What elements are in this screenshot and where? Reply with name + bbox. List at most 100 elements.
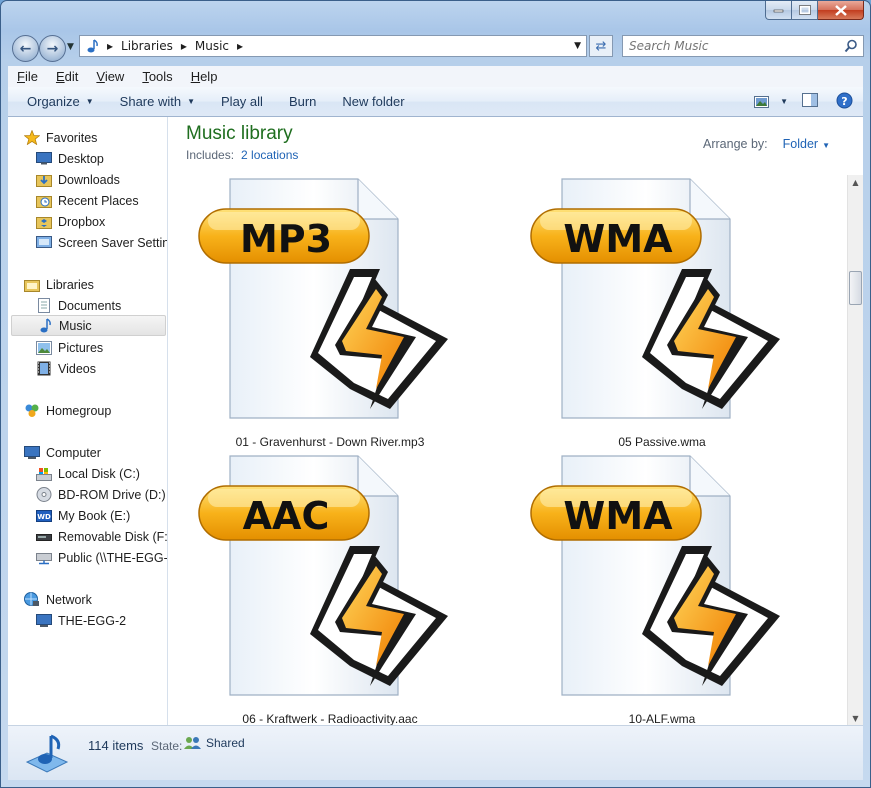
sidebar-libraries[interactable]: Libraries (24, 274, 167, 295)
vertical-scrollbar[interactable]: ▲ ▼ (847, 175, 863, 726)
includes-label: Includes: (186, 148, 235, 162)
file-name: 05 Passive.wma (618, 435, 706, 449)
downloads-folder-icon (36, 173, 52, 187)
sidebar-item-label: Recent Places (58, 193, 139, 208)
file-item[interactable]: WMA 05 Passive.wma (522, 177, 802, 449)
scroll-thumb[interactable] (849, 271, 862, 305)
shared-users-icon (184, 737, 201, 749)
sidebar-item-music[interactable]: Music (11, 315, 166, 336)
chevron-down-icon: ▼ (822, 141, 830, 150)
recent-pages-dropdown[interactable]: ▼ (67, 42, 74, 52)
sidebar-item-removable-disk[interactable]: Removable Disk (F:) (36, 526, 167, 547)
sidebar-homegroup[interactable]: Homegroup (24, 400, 167, 421)
change-view-button[interactable]: ▼ (754, 95, 788, 109)
preview-pane-button[interactable] (802, 93, 818, 110)
sidebar-item-label: Pictures (58, 340, 104, 355)
organize-button[interactable]: Organize ▼ (27, 94, 94, 109)
chevron-down-icon: ▼ (187, 97, 196, 106)
state-label: State: (151, 739, 183, 753)
includes-locations-link[interactable]: 2 locations (241, 148, 298, 162)
sidebar-item-label: Screen Saver Settings (58, 235, 167, 250)
forward-button[interactable]: → (39, 35, 66, 62)
homegroup-icon (24, 404, 40, 418)
refresh-icon: ⇄ (595, 38, 607, 54)
close-icon (834, 4, 847, 16)
new-folder-button[interactable]: New folder (342, 94, 404, 109)
file-name: 10-ALF.wma (628, 712, 696, 726)
burn-button[interactable]: Burn (289, 94, 316, 109)
refresh-button[interactable]: ⇄ (589, 35, 613, 57)
file-item[interactable]: AAC 06 - Kraftwerk - Radioactivity.aac (190, 454, 470, 726)
file-item[interactable]: WMA 10-ALF.wma (522, 454, 802, 726)
breadcrumb-music[interactable]: Music (195, 39, 229, 53)
documents-icon (36, 298, 52, 313)
file-name: 06 - Kraftwerk - Radioactivity.aac (242, 712, 418, 726)
item-count: 114 items (88, 738, 144, 753)
dropbox-folder-icon (36, 215, 52, 229)
sidebar-favorites[interactable]: Favorites (24, 127, 167, 148)
menu-view[interactable]: View (96, 69, 124, 84)
state-value: Shared (184, 736, 245, 750)
back-button[interactable]: ← (12, 35, 39, 62)
preview-pane-icon (802, 93, 818, 107)
sidebar-computer[interactable]: Computer (24, 442, 167, 463)
sidebar-item-bd-rom-drive[interactable]: BD-ROM Drive (D:) Audio CD (36, 484, 167, 505)
sidebar-item-videos[interactable]: Videos (36, 358, 167, 379)
sidebar-item-label: Documents (58, 298, 122, 313)
sidebar-item-my-book[interactable]: WD My Book (E:) (36, 505, 167, 526)
screen-saver-icon (36, 235, 52, 250)
computer-icon (24, 445, 40, 460)
sidebar-item-the-egg-2[interactable]: THE-EGG-2 (36, 610, 167, 631)
menu-tools[interactable]: Tools (142, 69, 172, 84)
maximize-icon (798, 5, 811, 15)
arrange-by-dropdown[interactable]: Folder (783, 137, 818, 151)
sidebar-item-local-disk[interactable]: Local Disk (C:) (36, 463, 167, 484)
maximize-button[interactable] (792, 1, 818, 20)
network-drive-icon (36, 551, 52, 565)
file-type-badge-label: AAC (243, 494, 330, 538)
share-with-label: Share with (119, 94, 182, 109)
sidebar-item-downloads[interactable]: Downloads (36, 169, 167, 190)
sidebar-item-dropbox[interactable]: Dropbox (36, 211, 167, 232)
file-type-badge-shape: AAC (198, 485, 370, 541)
file-item[interactable]: MP3 01 - Gravenhurst - Down River.mp3 (190, 177, 470, 449)
breadcrumb-libraries[interactable]: Libraries (121, 39, 173, 53)
menu-file[interactable]: File (17, 69, 38, 84)
minimize-button[interactable] (765, 1, 792, 20)
libraries-icon (24, 278, 40, 292)
sidebar-favorites-label: Favorites (46, 130, 98, 145)
library-title: Music library (186, 123, 293, 144)
sidebar-item-documents[interactable]: Documents (36, 295, 167, 316)
help-button[interactable]: ? (836, 92, 853, 112)
music-library-icon (25, 734, 69, 773)
explorer-window: ← → ▼ ▸ Libraries ▸ Music ▸ ▼ ⇄ File Edi… (0, 0, 871, 788)
breadcrumb-separator[interactable]: ▸ (237, 39, 243, 53)
search-box[interactable] (622, 35, 864, 57)
command-bar: Organize ▼ Share with ▼ Play all Burn New … (8, 87, 863, 117)
address-dropdown-icon[interactable]: ▼ (574, 41, 581, 51)
menu-edit[interactable]: Edit (56, 69, 78, 84)
caption-buttons (765, 1, 864, 20)
menu-help[interactable]: Help (191, 69, 218, 84)
network-icon (24, 592, 40, 607)
sidebar-item-pictures[interactable]: Pictures (36, 337, 167, 358)
sidebar-item-public-share[interactable]: Public (\\THE-EGG-2) (Z:) (36, 547, 167, 568)
scroll-up-icon[interactable]: ▲ (848, 175, 863, 190)
svg-text:?: ? (841, 95, 847, 108)
sidebar-item-screen-saver-settings[interactable]: Screen Saver Settings (36, 232, 167, 253)
breadcrumb-separator[interactable]: ▸ (181, 39, 187, 53)
forward-arrow-icon: → (46, 40, 59, 57)
scroll-down-icon[interactable]: ▼ (848, 711, 863, 726)
play-all-button[interactable]: Play all (221, 94, 263, 109)
close-button[interactable] (818, 1, 864, 20)
sidebar-item-desktop[interactable]: Desktop (36, 148, 167, 169)
search-input[interactable] (623, 38, 844, 54)
sidebar-item-recent-places[interactable]: Recent Places (36, 190, 167, 211)
share-with-button[interactable]: Share with ▼ (120, 94, 195, 109)
breadcrumb-separator[interactable]: ▸ (107, 39, 113, 53)
address-bar[interactable]: ▸ Libraries ▸ Music ▸ ▼ (79, 35, 587, 57)
file-type-badge-shape: WMA (530, 208, 702, 264)
sidebar-item-label: Local Disk (C:) (58, 466, 140, 481)
sidebar-network[interactable]: Network (24, 589, 167, 610)
organize-label: Organize (27, 94, 80, 109)
